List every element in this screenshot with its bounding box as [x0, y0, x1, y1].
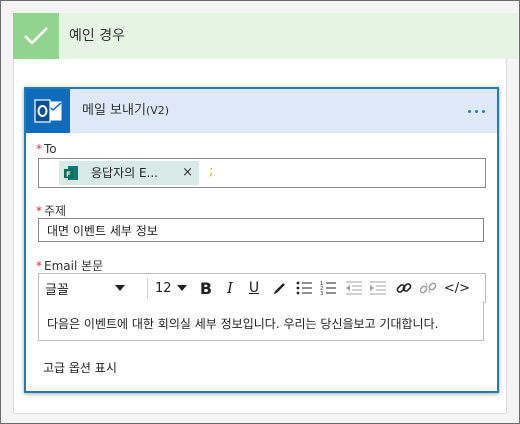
pen-icon[interactable] — [269, 274, 291, 302]
separator: ; — [209, 164, 214, 179]
indent-icon[interactable] — [367, 274, 389, 302]
responder-email-token[interactable]: F 응답자의 E... × — [59, 161, 199, 185]
rich-text-toolbar: 글꼴 12 B I U 123 </> — [38, 273, 486, 303]
svg-text:F: F — [66, 171, 71, 179]
toolbar-divider — [147, 278, 148, 298]
condition-panel: 예인 경우 메일 보내기(V2) * To F 응답자의 E... × ; * … — [0, 0, 520, 424]
show-advanced-options-link[interactable]: 고급 옵션 표시 — [43, 359, 117, 376]
forms-icon: F — [63, 165, 79, 181]
italic-button[interactable]: I — [219, 274, 241, 302]
remove-icon[interactable]: × — [182, 161, 193, 185]
action-title: 메일 보내기(V2) — [82, 89, 169, 133]
underline-button[interactable]: U — [243, 274, 265, 302]
bold-button[interactable]: B — [195, 274, 217, 302]
unlink-icon[interactable] — [417, 274, 439, 302]
font-family-value: 글꼴 — [45, 282, 69, 298]
more-options-icon[interactable] — [461, 89, 491, 133]
action-title-text: 메일 보내기 — [82, 103, 146, 118]
link-icon[interactable] — [393, 274, 415, 302]
outlook-icon — [26, 89, 70, 133]
email-body-editor[interactable]: 다음은 이벤트에 대한 회의실 세부 정보입니다. 우리는 당신을보고 기대합니… — [38, 301, 484, 341]
outdent-icon[interactable] — [343, 274, 365, 302]
condition-yes-title: 예인 경우 — [69, 28, 125, 44]
condition-yes-header[interactable]: 예인 경우 — [13, 13, 518, 59]
subject-label: * 주제 — [36, 204, 67, 218]
svg-text:3: 3 — [320, 291, 323, 295]
font-size-select[interactable]: 12 — [155, 274, 193, 302]
email-body-label: * Email 본문 — [36, 259, 104, 273]
token-label: 응답자의 E... — [91, 166, 159, 180]
bullet-list-icon[interactable] — [293, 274, 315, 302]
dropdown-icon — [114, 285, 125, 291]
subject-input[interactable]: 대면 이벤트 세부 정보 — [38, 218, 484, 242]
checkmark-icon — [13, 13, 59, 59]
font-size-value: 12 — [155, 280, 172, 296]
numbered-list-icon[interactable]: 123 — [317, 274, 339, 302]
code-view-icon[interactable]: </> — [443, 274, 471, 302]
action-header[interactable]: 메일 보내기(V2) — [26, 89, 497, 133]
dropdown-icon — [176, 285, 187, 291]
send-email-action-card: 메일 보내기(V2) * To F 응답자의 E... × ; * 주제 대면 이벤… — [24, 87, 499, 393]
to-label: * To — [36, 142, 57, 156]
to-input[interactable]: F 응답자의 E... × ; — [38, 158, 486, 188]
font-family-select[interactable]: 글꼴 — [45, 274, 141, 302]
action-version: (V2) — [145, 104, 170, 117]
